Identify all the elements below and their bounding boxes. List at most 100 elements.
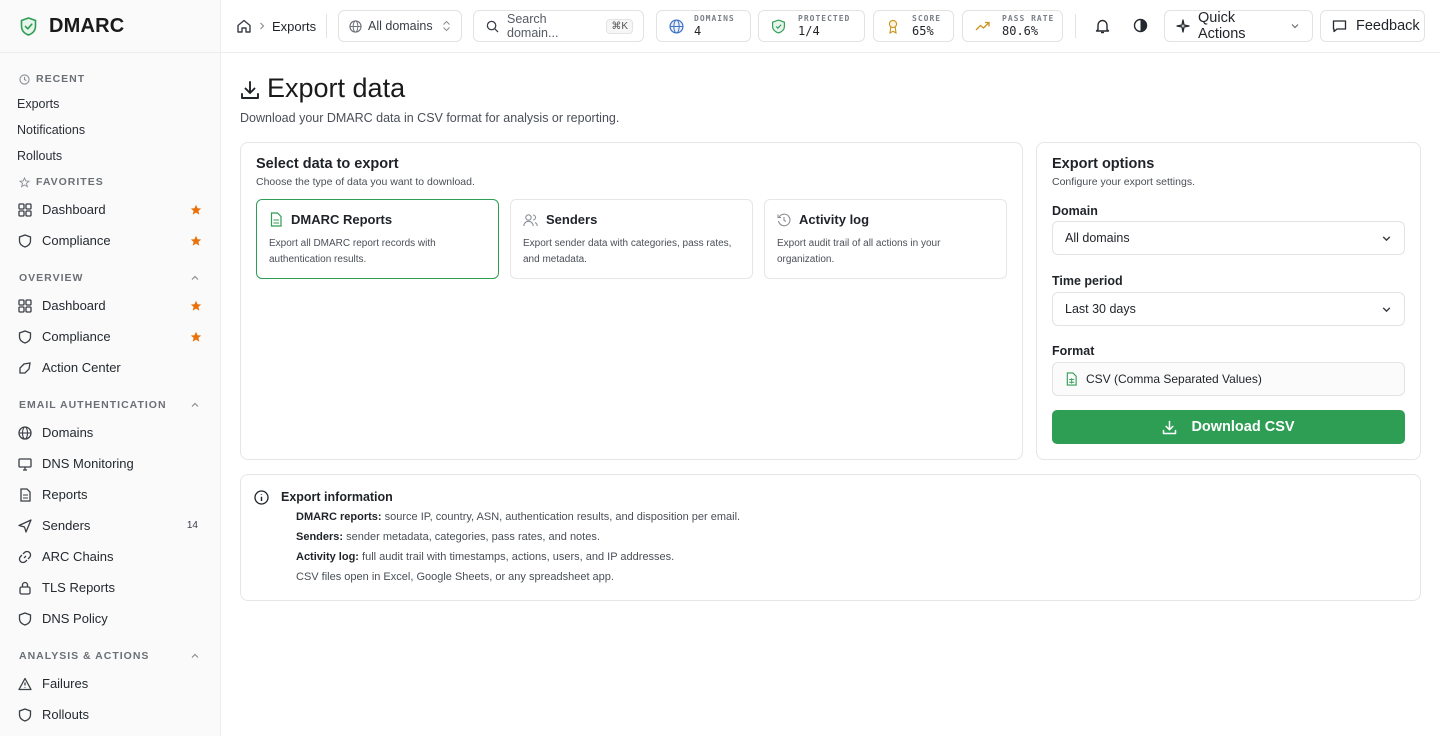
stat-value: 65% [912, 24, 934, 38]
nav-item-reports[interactable]: Reports [8, 479, 212, 510]
nav-item-dashboard[interactable]: Dashboard [8, 290, 212, 321]
export-option-dmarc-reports[interactable]: DMARC Reports Export all DMARC report re… [256, 199, 499, 279]
format-value: CSV (Comma Separated Values) [1086, 372, 1262, 386]
nav-item-domains[interactable]: Domains [8, 417, 212, 448]
option-description: Export all DMARC report records with aut… [269, 238, 436, 265]
info-text: full audit trail with timestamps, action… [362, 551, 675, 563]
users-icon [523, 213, 538, 227]
format-display: CSV (Comma Separated Values) [1052, 362, 1405, 396]
star-filled-icon[interactable] [190, 204, 202, 216]
recent-item-exports[interactable]: Exports [0, 91, 220, 117]
sparkle-icon [1176, 19, 1190, 33]
overview-section-header[interactable]: Overview [0, 272, 220, 284]
nav-item-compliance[interactable]: Compliance [8, 321, 212, 352]
search-box[interactable]: Search domain... ⌘K [473, 10, 644, 42]
brand[interactable]: DMARC [0, 0, 220, 53]
chevron-down-icon [1381, 304, 1392, 315]
nav-item-label: Domains [42, 425, 94, 440]
file-spreadsheet-icon [1065, 372, 1078, 386]
feedback-label: Feedback [1356, 18, 1420, 34]
select-data-card [240, 142, 1023, 460]
award-icon [886, 19, 900, 34]
feedback-button[interactable]: Feedback [1320, 10, 1425, 42]
topbar-divider [1075, 14, 1076, 38]
page-title: Export data [267, 73, 406, 103]
page-subtitle: Download your DMARC data in CSV format f… [240, 111, 620, 125]
domain-select[interactable]: All domains [1052, 221, 1405, 255]
recent-item-rollouts[interactable]: Rollouts [0, 143, 220, 169]
option-description: Export audit trail of all actions in you… [777, 238, 941, 265]
info-line-dmarc: DMARC reports: source IP, country, ASN, … [296, 511, 740, 523]
chevron-updown-icon [442, 20, 451, 32]
link-icon [18, 550, 32, 564]
download-csv-button[interactable]: Download CSV [1052, 410, 1405, 444]
chevron-up-icon[interactable] [190, 400, 200, 410]
stat-score[interactable]: Score 65% [873, 10, 954, 42]
time-period-select[interactable]: Last 30 days [1052, 292, 1405, 326]
search-shortcut: ⌘K [606, 18, 633, 34]
option-title: Activity log [799, 212, 870, 227]
info-text: sender metadata, categories, pass rates,… [346, 531, 600, 543]
time-period-value: Last 30 days [1065, 302, 1136, 316]
nav-item-senders[interactable]: Senders 14 [8, 510, 212, 541]
dmarc-shield-logo-icon [20, 16, 37, 36]
analysis-section-header[interactable]: Analysis & Actions [0, 650, 220, 662]
favorite-item-label: Dashboard [42, 202, 106, 217]
quick-actions-button[interactable]: Quick Actions [1164, 10, 1313, 42]
export-option-senders[interactable]: Senders Export sender data with categori… [510, 199, 753, 279]
history-icon [777, 213, 791, 227]
nav-item-dns-policy[interactable]: DNS Policy [8, 603, 212, 634]
search-placeholder: Search domain... [507, 12, 559, 40]
nav-item-rollouts[interactable]: Rollouts [8, 699, 212, 730]
domain-filter-select[interactable]: All domains [338, 10, 462, 42]
sidebar: DMARC Recent Exports Notifications Rollo… [0, 0, 221, 736]
chevron-up-icon[interactable] [190, 651, 200, 661]
export-option-activity-log[interactable]: Activity log Export audit trail of all a… [764, 199, 1007, 279]
favorite-item-dashboard[interactable]: Dashboard [8, 194, 212, 225]
stat-protected[interactable]: Protected 1/4 [758, 10, 865, 42]
star-filled-icon[interactable] [190, 300, 202, 312]
favorites-section-header: Favorites [0, 176, 220, 188]
theme-toggle-icon[interactable] [1133, 18, 1148, 33]
email-auth-section-header[interactable]: Email Authentication [0, 399, 220, 411]
nav-item-action-center[interactable]: Action Center [8, 352, 212, 383]
nav-item-failures[interactable]: Failures [8, 668, 212, 699]
chevron-down-icon [1381, 233, 1392, 244]
stat-pass-rate[interactable]: Pass rate 80.6% [962, 10, 1063, 42]
dashboard-icon [18, 298, 32, 313]
nav-item-tls-reports[interactable]: TLS Reports [8, 572, 212, 603]
stat-value: 80.6% [1002, 24, 1039, 38]
chevron-up-icon[interactable] [190, 273, 200, 283]
nav-item-dns-monitoring[interactable]: DNS Monitoring [8, 448, 212, 479]
nav-item-label: ARC Chains [42, 549, 114, 564]
analysis-section-title: Analysis & Actions [19, 650, 150, 662]
recent-item-notifications[interactable]: Notifications [0, 117, 220, 143]
chevron-down-icon [1290, 21, 1300, 31]
domain-label: Domain [1052, 204, 1098, 218]
email-auth-section-title: Email Authentication [19, 399, 167, 411]
nav-item-label: DNS Policy [42, 611, 108, 626]
star-filled-icon[interactable] [190, 235, 202, 247]
download-icon [1162, 420, 1177, 435]
warning-icon [18, 677, 32, 691]
info-title: Export information [281, 490, 393, 504]
info-icon [254, 490, 269, 505]
nav-item-label: Failures [42, 676, 89, 691]
info-text: source IP, country, ASN, authentication … [384, 511, 741, 523]
recent-section-title: Recent [36, 73, 86, 85]
home-icon[interactable] [236, 18, 252, 34]
favorite-item-compliance[interactable]: Compliance [8, 225, 212, 256]
stat-domains[interactable]: Domains 4 [656, 10, 751, 42]
bell-icon[interactable] [1095, 18, 1110, 34]
clock-icon [19, 73, 30, 85]
globe-icon [349, 19, 362, 33]
download-icon [240, 80, 260, 100]
message-icon [1332, 19, 1347, 33]
option-title: Senders [546, 212, 598, 227]
breadcrumb-current[interactable]: Exports [272, 19, 316, 34]
nav-item-arc-chains[interactable]: ARC Chains [8, 541, 212, 572]
top-bar: Exports All domains Search domain... ⌘K … [221, 0, 1440, 53]
time-period-label: Time period [1052, 274, 1123, 288]
send-icon [18, 518, 32, 533]
star-filled-icon[interactable] [190, 331, 202, 343]
